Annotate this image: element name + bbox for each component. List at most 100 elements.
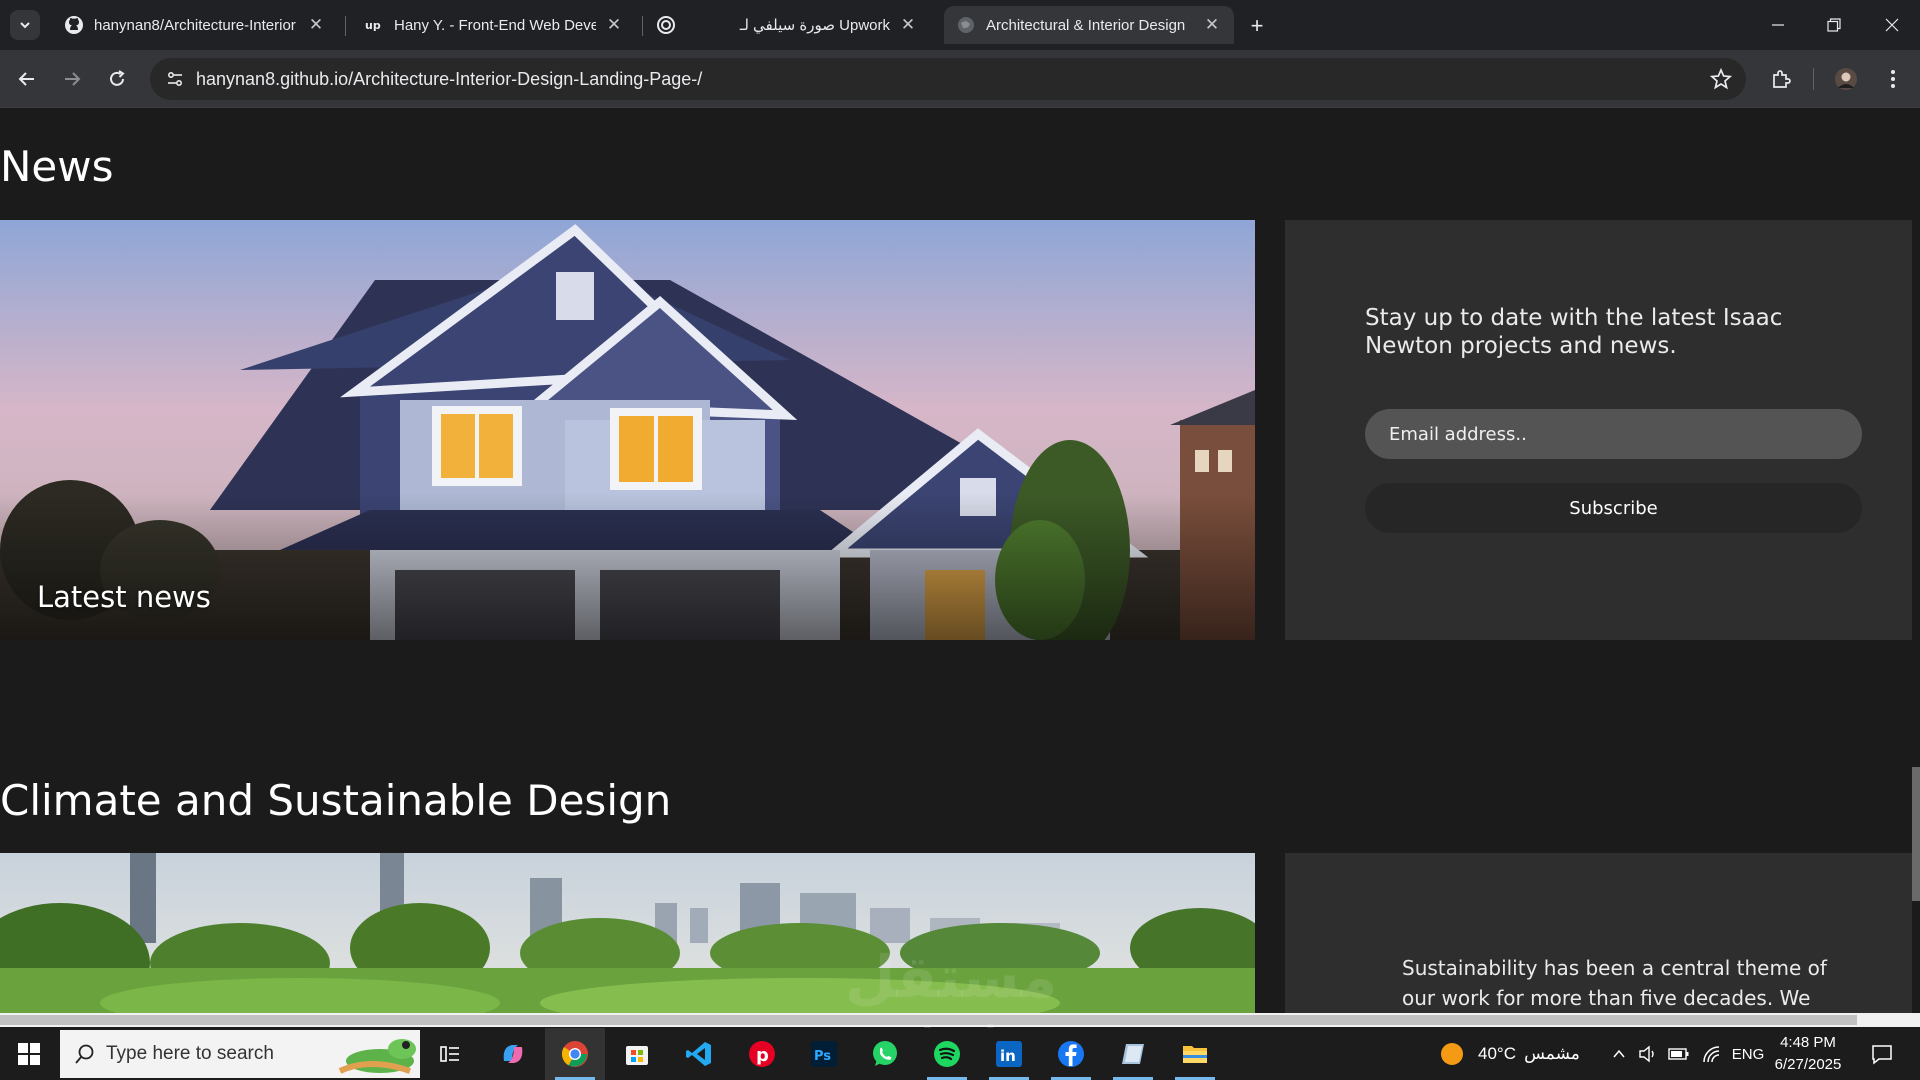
- tab-github[interactable]: hanynan8/Architecture-Interior ✕: [52, 6, 338, 44]
- profile-avatar[interactable]: [1830, 63, 1862, 95]
- volume-icon: [1639, 1045, 1654, 1063]
- globe-icon: [956, 15, 976, 35]
- windows-logo-icon: [18, 1043, 40, 1065]
- arrow-right-icon: [65, 72, 81, 86]
- close-icon[interactable]: ✕: [604, 15, 624, 35]
- back-button[interactable]: [11, 63, 43, 95]
- minimize-icon: [1772, 24, 1784, 26]
- svg-text:p: p: [756, 1045, 769, 1066]
- chrome-icon: [561, 1041, 588, 1067]
- newsletter-text: Stay up to date with the latest Isaac Ne…: [1365, 305, 1783, 359]
- chevron-up-icon: [1613, 1049, 1625, 1058]
- tab-search-button[interactable]: [10, 10, 40, 40]
- clock-date: 6/27/2025: [1774, 1056, 1842, 1073]
- notes-button[interactable]: [1103, 1028, 1163, 1080]
- whatsapp-button[interactable]: [855, 1028, 915, 1080]
- volume-button[interactable]: [1634, 1028, 1662, 1080]
- chevron-down-icon: [20, 22, 30, 29]
- github-icon: [64, 15, 84, 35]
- scrollbar-thumb[interactable]: [1912, 767, 1920, 901]
- puzzle-icon: [1773, 70, 1791, 88]
- store-button[interactable]: [607, 1028, 667, 1080]
- tab-title: Hany Y. - Front-End Web Devel: [394, 16, 596, 34]
- photoshop-button[interactable]: Ps: [794, 1028, 854, 1080]
- clock[interactable]: 4:48 PM 6/27/2025: [1770, 1032, 1846, 1076]
- task-view-button[interactable]: [420, 1028, 480, 1080]
- new-tab-button[interactable]: +: [1244, 13, 1270, 39]
- email-input[interactable]: [1365, 409, 1862, 459]
- tab-architectural-design[interactable]: Architectural & Interior Design ✕: [944, 6, 1234, 44]
- bookmark-star-icon[interactable]: [1709, 67, 1733, 95]
- facebook-button[interactable]: [1041, 1028, 1101, 1080]
- sun-icon: [1441, 1043, 1463, 1065]
- browser-menu-button[interactable]: [1877, 63, 1909, 95]
- vscode-icon: [686, 1042, 711, 1066]
- language-indicator[interactable]: ENG: [1728, 1028, 1768, 1080]
- watermark-logo: مستقل: [845, 943, 1058, 1011]
- site-info-icon[interactable]: [154, 58, 196, 100]
- network-button[interactable]: [1697, 1028, 1725, 1080]
- tab-separator: [642, 16, 643, 36]
- svg-text:in: in: [1000, 1047, 1016, 1065]
- whatsapp-icon: [873, 1041, 897, 1066]
- climate-image[interactable]: [0, 853, 1255, 1026]
- close-icon[interactable]: ✕: [898, 15, 918, 35]
- file-explorer-icon: [1183, 1046, 1207, 1063]
- kebab-menu-icon: [1891, 70, 1895, 88]
- tab-upwork-profile[interactable]: up Hany Y. - Front-End Web Devel ✕: [352, 6, 636, 44]
- city-park-photo: [0, 853, 1255, 1026]
- climate-panel: Sustainability has been a central theme …: [1285, 853, 1920, 1026]
- tab-upwork-selfie[interactable]: Upwork صورة سيلفي لـ ✕: [700, 6, 930, 44]
- show-hidden-icons-button[interactable]: [1606, 1028, 1632, 1080]
- close-icon[interactable]: ✕: [1202, 15, 1222, 35]
- house-photo: [0, 220, 1255, 640]
- tab-chatgpt[interactable]: [644, 6, 694, 44]
- linkedin-icon: in: [996, 1041, 1022, 1067]
- svg-text:up: up: [365, 19, 381, 32]
- forward-button[interactable]: [56, 63, 88, 95]
- reload-button[interactable]: [101, 63, 133, 95]
- battery-button[interactable]: [1665, 1028, 1693, 1080]
- newsletter-panel: Stay up to date with the latest Isaac Ne…: [1285, 220, 1920, 640]
- url-text: hanynan8.github.io/Architecture-Interior…: [196, 68, 703, 89]
- copilot-button[interactable]: [483, 1028, 543, 1080]
- taskbar-search[interactable]: Type here to search: [60, 1030, 420, 1078]
- store-icon: [626, 1046, 648, 1065]
- spotify-button[interactable]: [917, 1028, 977, 1080]
- vscode-button[interactable]: [669, 1028, 729, 1080]
- reload-icon: [110, 70, 125, 86]
- pinterest-button[interactable]: p: [732, 1028, 792, 1080]
- tab-title: hanynan8/Architecture-Interior: [94, 16, 296, 34]
- copilot-icon: [503, 1045, 523, 1063]
- news-image[interactable]: Latest news: [0, 220, 1255, 640]
- start-button[interactable]: [0, 1028, 58, 1080]
- chrome-taskbar-button[interactable]: [545, 1028, 605, 1080]
- search-placeholder: Type here to search: [106, 1043, 274, 1064]
- close-icon[interactable]: ✕: [306, 15, 326, 35]
- linkedin-button[interactable]: in: [979, 1028, 1039, 1080]
- pinterest-icon: p: [749, 1041, 775, 1067]
- close-window-button[interactable]: [1864, 0, 1920, 50]
- restore-icon: [1827, 18, 1841, 32]
- browser-toolbar: hanynan8.github.io/Architecture-Interior…: [0, 50, 1920, 108]
- battery-icon: [1668, 1048, 1689, 1060]
- vertical-scrollbar[interactable]: [1912, 108, 1920, 1026]
- search-icon: [75, 1044, 94, 1064]
- extensions-button[interactable]: [1765, 63, 1797, 95]
- news-heading: News: [0, 142, 114, 191]
- tab-title: Architectural & Interior Design: [986, 16, 1186, 34]
- facebook-icon: [1058, 1041, 1084, 1067]
- windows-taskbar: Type here to search p Ps in 40°C مشمس EN…: [0, 1028, 1920, 1080]
- weather-button[interactable]: [1432, 1028, 1472, 1080]
- restore-button[interactable]: [1806, 0, 1862, 50]
- task-view-icon: [440, 1046, 459, 1062]
- minimize-button[interactable]: [1750, 0, 1806, 50]
- page-viewport: News Latest news Stay up to date with th…: [0, 108, 1920, 1026]
- subscribe-button[interactable]: Subscribe: [1365, 483, 1862, 533]
- tab-title: Upwork صورة سيلفي لـ: [739, 17, 890, 34]
- address-bar[interactable]: hanynan8.github.io/Architecture-Interior…: [150, 58, 1746, 100]
- spotify-icon: [934, 1041, 960, 1067]
- notifications-button[interactable]: [1862, 1028, 1902, 1080]
- toolbar-separator: [1813, 68, 1814, 90]
- file-explorer-button[interactable]: [1165, 1028, 1225, 1080]
